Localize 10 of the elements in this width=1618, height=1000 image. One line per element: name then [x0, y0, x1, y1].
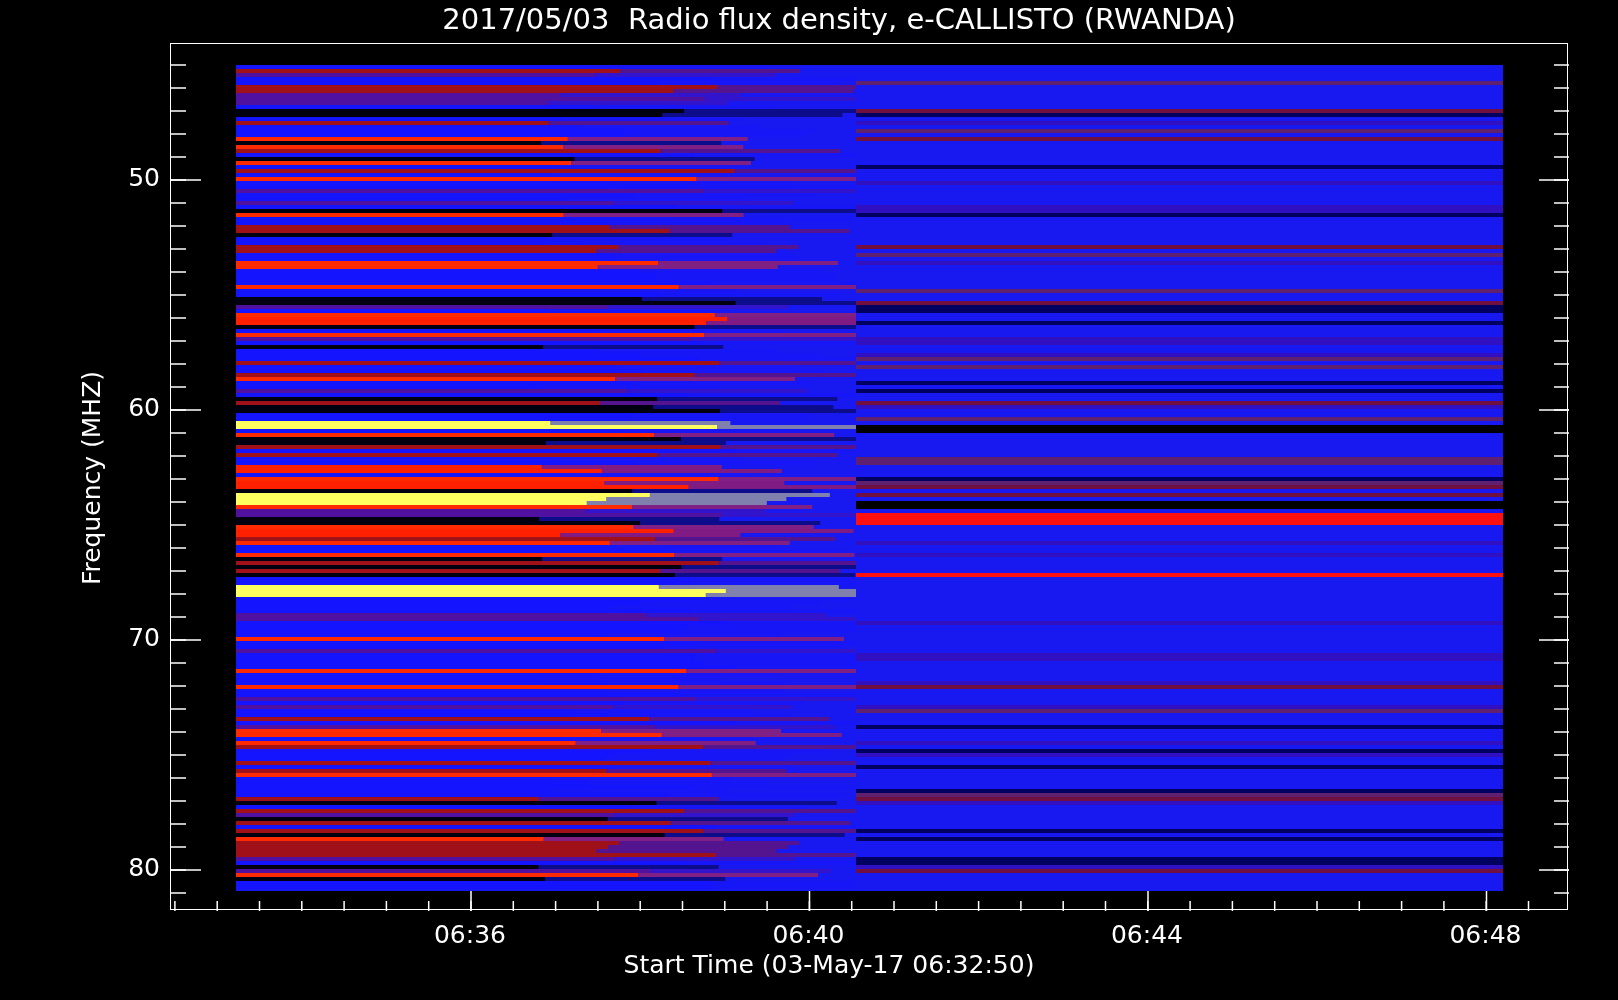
tick-label: 06:36: [432, 920, 507, 949]
tick-label: 50: [127, 163, 160, 192]
chart-title: 2017/05/03 Radio flux density, e-CALLISTO (RWANDA): [441, 1, 1237, 36]
tick-label: 80: [127, 853, 160, 882]
tick-label: 06:44: [1109, 920, 1184, 949]
tick-label: 06:40: [771, 920, 846, 949]
axis-label: Start Time (03-May-17 06:32:50): [622, 950, 1036, 979]
tick-label: 06:48: [1448, 920, 1523, 949]
axis-label: Frequency (MHZ): [77, 369, 107, 588]
tick-label: 70: [127, 623, 160, 652]
